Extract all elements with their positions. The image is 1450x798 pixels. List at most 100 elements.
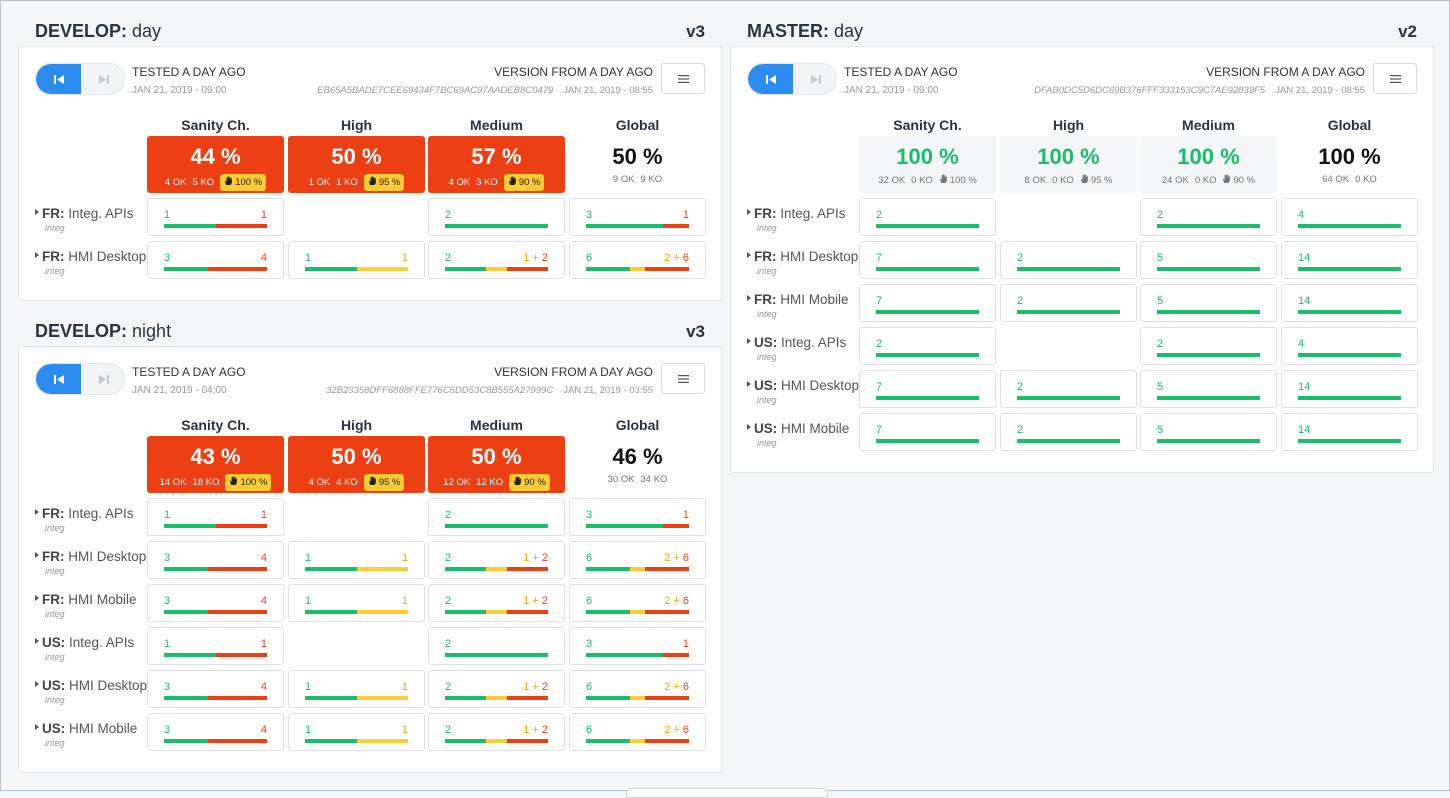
summary-medium[interactable]: 100 % 24 OK 0 KO 90 %: [1140, 136, 1277, 193]
result-cell[interactable]: 34: [147, 584, 284, 622]
result-cell[interactable]: 31: [569, 198, 706, 236]
result-cell[interactable]: 7: [859, 241, 996, 279]
result-cell[interactable]: 14: [1281, 241, 1418, 279]
row-label[interactable]: FR: HMI Desktop integ: [35, 549, 157, 576]
result-cell[interactable]: 2: [1000, 284, 1137, 322]
result-cell[interactable]: 5: [1140, 284, 1277, 322]
warning-count: 1: [401, 724, 408, 736]
next-run-button[interactable]: [81, 64, 124, 94]
result-cell[interactable]: 14: [1281, 370, 1418, 408]
result-cell[interactable]: 31: [569, 498, 706, 536]
result-cell[interactable]: 11: [288, 541, 425, 579]
result-cell[interactable]: 62 + 6: [569, 541, 706, 579]
row-label[interactable]: FR: HMI Mobile integ: [747, 292, 869, 319]
result-cell[interactable]: 62 + 6: [569, 241, 706, 279]
previous-run-button[interactable]: [748, 64, 793, 94]
result-cell[interactable]: 21 + 2: [428, 541, 565, 579]
ok-count: 3: [586, 509, 593, 521]
summary-sanity-ch[interactable]: 44 % 4 OK 5 KO 100 %: [147, 136, 284, 193]
result-cell[interactable]: 11: [288, 241, 425, 279]
bar-warning-segment: [486, 610, 507, 614]
result-cell[interactable]: 31: [569, 627, 706, 665]
menu-button[interactable]: [661, 363, 705, 394]
row-label[interactable]: FR: HMI Desktop integ: [35, 249, 157, 276]
environment-label: integ: [757, 438, 777, 448]
result-cell[interactable]: 2: [428, 627, 565, 665]
next-run-button[interactable]: [793, 64, 836, 94]
summary-global[interactable]: 46 % 30 OK 34 KO: [569, 436, 706, 493]
result-cell[interactable]: 5: [1140, 370, 1277, 408]
row-label[interactable]: FR: Integ. APIs integ: [35, 506, 157, 533]
row-title: FR: HMI Desktop: [747, 249, 869, 264]
summary-global[interactable]: 100 % 64 OK 0 KO: [1281, 136, 1418, 193]
result-cell[interactable]: 62 + 6: [569, 713, 706, 751]
result-cell[interactable]: 11: [147, 498, 284, 536]
result-cell[interactable]: 62 + 6: [569, 584, 706, 622]
summary-medium[interactable]: 50 % 12 OK 12 KO 90 %: [428, 436, 565, 493]
result-cell[interactable]: 21 + 2: [428, 241, 565, 279]
summary-medium[interactable]: 57 % 4 OK 3 KO 90 %: [428, 136, 565, 193]
result-cell[interactable]: 11: [147, 198, 284, 236]
result-cell[interactable]: 5: [1140, 241, 1277, 279]
result-cell[interactable]: 21 + 2: [428, 713, 565, 751]
result-cell[interactable]: 4: [1281, 198, 1418, 236]
menu-button[interactable]: [1373, 63, 1417, 94]
summary-high[interactable]: 100 % 8 OK 0 KO 95 %: [1000, 136, 1137, 193]
result-cell[interactable]: 2: [428, 498, 565, 536]
success-percentage: 100 %: [1037, 144, 1100, 169]
progress-bar: [876, 310, 979, 314]
row-label[interactable]: US: Integ. APIs integ: [35, 635, 157, 662]
result-cell[interactable]: 2: [1140, 327, 1277, 365]
result-cell[interactable]: 2: [1000, 370, 1137, 408]
row-label[interactable]: US: HMI Desktop integ: [747, 378, 869, 405]
result-cell[interactable]: 4: [1281, 327, 1418, 365]
result-cell[interactable]: 2: [859, 327, 996, 365]
result-cell[interactable]: 14: [1281, 284, 1418, 322]
column-header: Global: [1327, 117, 1372, 133]
summary-sanity-ch[interactable]: 43 % 14 OK 18 KO 100 %: [147, 436, 284, 493]
summary-sanity-ch[interactable]: 100 % 32 OK 0 KO 100 %: [859, 136, 996, 193]
result-cell[interactable]: 7: [859, 284, 996, 322]
card-toolbar: TESTED A DAY AGO JAN 21, 2019 - 09:00 VERS…: [731, 47, 1433, 107]
result-cell[interactable]: 34: [147, 713, 284, 751]
row-label[interactable]: FR: Integ. APIs integ: [747, 206, 869, 233]
result-cell[interactable]: 2: [1000, 413, 1137, 451]
progress-bar: [445, 696, 548, 700]
result-cell[interactable]: 21 + 2: [428, 670, 565, 708]
result-cell[interactable]: 34: [147, 241, 284, 279]
result-cell[interactable]: 2: [1000, 241, 1137, 279]
result-cell[interactable]: 2: [1140, 198, 1277, 236]
row-label[interactable]: US: HMI Mobile integ: [35, 721, 157, 748]
result-cell[interactable]: 2: [428, 198, 565, 236]
row-label[interactable]: US: Integ. APIs integ: [747, 335, 869, 362]
result-cell[interactable]: 14: [1281, 413, 1418, 451]
result-cell[interactable]: 34: [147, 670, 284, 708]
next-run-button[interactable]: [81, 364, 124, 394]
result-cell[interactable]: 7: [859, 370, 996, 408]
ok-count: 9 OK: [612, 174, 635, 185]
previous-run-button[interactable]: [36, 364, 81, 394]
summary-high[interactable]: 50 % 1 OK 1 KO 95 %: [288, 136, 425, 193]
result-cell[interactable]: 21 + 2: [428, 584, 565, 622]
summary-global[interactable]: 50 % 9 OK 9 KO: [569, 136, 706, 193]
section-header: MASTER: day v2: [730, 1, 1434, 46]
result-cell[interactable]: 11: [288, 670, 425, 708]
summary-high[interactable]: 50 % 4 OK 4 KO 95 %: [288, 436, 425, 493]
result-cell[interactable]: 2: [859, 198, 996, 236]
result-cell[interactable]: 5: [1140, 413, 1277, 451]
footer-tab[interactable]: [626, 788, 828, 798]
row-label[interactable]: US: HMI Mobile integ: [747, 421, 869, 448]
result-cell[interactable]: 62 + 6: [569, 670, 706, 708]
result-cell[interactable]: 34: [147, 541, 284, 579]
row-label[interactable]: FR: Integ. APIs integ: [35, 206, 157, 233]
result-cell[interactable]: 7: [859, 413, 996, 451]
row-label[interactable]: FR: HMI Mobile integ: [35, 592, 157, 619]
row-label[interactable]: FR: HMI Desktop integ: [747, 249, 869, 276]
version-info: DFAB0DC5D6DC69B376FFF333153C9C7AE92839F5…: [1034, 85, 1365, 96]
menu-button[interactable]: [661, 63, 705, 94]
row-label[interactable]: US: HMI Desktop integ: [35, 678, 157, 705]
result-cell[interactable]: 11: [147, 627, 284, 665]
result-cell[interactable]: 11: [288, 584, 425, 622]
result-cell[interactable]: 11: [288, 713, 425, 751]
previous-run-button[interactable]: [36, 64, 81, 94]
